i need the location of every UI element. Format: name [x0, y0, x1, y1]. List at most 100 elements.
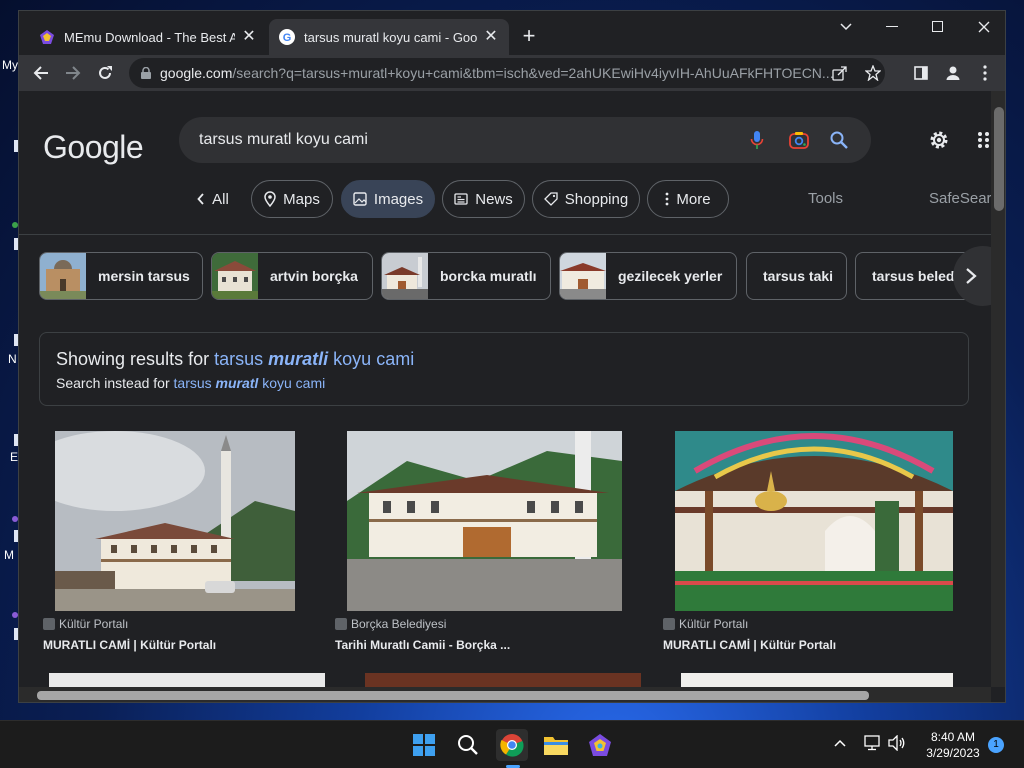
google-logo[interactable]: Google [43, 129, 144, 166]
related-chip-label: borcka muratlı [440, 268, 537, 284]
back-button[interactable] [27, 59, 55, 87]
search-box[interactable]: tarsus muratl koyu cami [179, 117, 871, 163]
chevron-right-icon [966, 268, 977, 284]
result-source[interactable]: Kültür Portalı [43, 617, 128, 631]
tab-more[interactable]: More [647, 180, 729, 218]
result-image[interactable] [55, 431, 295, 611]
maximize-button[interactable] [915, 11, 961, 43]
chrome-menu-button[interactable] [971, 59, 999, 87]
google-lens-icon[interactable] [789, 130, 809, 150]
network-icon[interactable] [864, 735, 882, 754]
settings-gear-icon[interactable] [927, 128, 951, 152]
tray-overflow-chevron-icon[interactable] [834, 734, 846, 750]
microphone-icon[interactable] [747, 130, 767, 150]
desktop-icon-label[interactable]: M [4, 548, 14, 562]
chevron-left-icon [197, 193, 205, 205]
related-chip[interactable]: mersin tarsus [39, 252, 203, 300]
corrected-query-part: koyu cami [333, 349, 415, 369]
desktop-icon-label[interactable]: My [2, 58, 18, 72]
map-pin-icon [264, 191, 276, 207]
tab-shopping-label: Shopping [564, 190, 629, 208]
windows-start-icon[interactable] [408, 729, 440, 761]
image-result-partial[interactable] [681, 673, 953, 687]
tab-shopping[interactable]: Shopping [532, 180, 640, 218]
result-title[interactable]: MURATLI CAMİ | Kültür Portalı [43, 638, 216, 652]
memu-taskbar-icon[interactable] [584, 729, 616, 761]
address-bar[interactable]: google.com /search?q=tarsus+muratl+koyu+… [129, 58, 885, 88]
chrome-taskbar-icon[interactable] [496, 729, 528, 761]
volume-icon[interactable] [888, 734, 906, 754]
tab-search-button[interactable] [823, 11, 869, 43]
svg-text:G: G [283, 32, 292, 44]
tab-google-search[interactable]: G tarsus muratl koyu cami - Google ✕ [269, 19, 509, 55]
image-result-partial[interactable] [49, 673, 325, 687]
close-window-button[interactable] [961, 11, 1005, 43]
spelling-correction-box: Showing results for tarsus muratli koyu … [39, 332, 969, 406]
tag-icon [543, 192, 558, 206]
result-title[interactable]: MURATLI CAMİ | Kültür Portalı [663, 638, 836, 652]
taskbar-search-icon[interactable] [452, 729, 484, 761]
result-title[interactable]: Tarihi Muratlı Camii - Borçka ... [335, 638, 510, 652]
new-tab-button[interactable]: + [517, 25, 541, 49]
related-chip[interactable]: artvin borçka [211, 252, 373, 300]
image-result-partial[interactable] [365, 673, 641, 687]
safesearch-button[interactable]: SafeSearch [929, 190, 991, 207]
tab-memu[interactable]: MEmu Download - The Best Andr ✕ [29, 19, 267, 55]
result-image[interactable] [347, 431, 622, 611]
source-favicon-icon [43, 618, 55, 630]
desktop-icon-label[interactable]: E [10, 450, 18, 464]
result-source[interactable]: Kültür Portalı [663, 617, 748, 631]
corrected-query-emphasis: muratli [268, 349, 329, 369]
lock-icon[interactable] [141, 67, 151, 79]
more-vert-icon [665, 192, 669, 206]
showing-results-line: Showing results for tarsus muratli koyu … [56, 349, 414, 370]
related-chip[interactable]: tarsus taki [746, 252, 847, 300]
search-input[interactable]: tarsus muratl koyu cami [199, 131, 368, 149]
forward-button[interactable] [59, 59, 87, 87]
tab-news-label: News [475, 190, 513, 208]
taskbar: 8:40 AM 3/29/2023 1 [0, 720, 1024, 768]
google-apps-icon[interactable] [977, 131, 991, 149]
original-query-part: koyu cami [262, 375, 326, 391]
url-host: google.com [160, 65, 233, 81]
bookmark-star-icon[interactable] [864, 64, 882, 82]
clock-time: 8:40 AM [930, 730, 976, 744]
result-source[interactable]: Borçka Belediyesi [335, 617, 446, 631]
tab-all[interactable]: All [187, 180, 239, 218]
share-icon[interactable] [831, 64, 849, 82]
reload-button[interactable] [91, 59, 119, 87]
result-source-label: Kültür Portalı [679, 617, 749, 631]
related-chip-label: artvin borçka [270, 268, 358, 284]
minimize-button[interactable] [869, 11, 915, 43]
related-chip-label: tarsus taki [763, 268, 834, 284]
result-image[interactable] [675, 431, 953, 611]
corrected-query-link[interactable]: tarsus muratli koyu cami [214, 349, 414, 369]
horizontal-scrollbar[interactable] [19, 687, 991, 702]
result-source-label: Borçka Belediyesi [351, 617, 447, 631]
desktop-icon-label[interactable]: N [8, 352, 17, 366]
original-query-link[interactable]: tarsus muratl koyu cami [174, 375, 326, 391]
vertical-scroll-thumb[interactable] [994, 107, 1004, 211]
result-source-label: Kültür Portalı [59, 617, 129, 631]
tab-images[interactable]: Images [341, 180, 435, 218]
tab-close-button[interactable]: ✕ [241, 29, 257, 45]
tab-maps[interactable]: Maps [251, 180, 333, 218]
tab-close-button[interactable]: ✕ [483, 29, 499, 45]
related-chip[interactable]: borcka muratlı [381, 252, 551, 300]
tools-button[interactable]: Tools [808, 190, 843, 207]
profile-button[interactable] [939, 59, 967, 87]
related-chip[interactable]: gezilecek yerler [559, 252, 737, 300]
system-clock[interactable]: 8:40 AM 3/29/2023 [918, 729, 988, 761]
vertical-scrollbar[interactable] [991, 91, 1005, 687]
chevron-down-icon [840, 23, 852, 31]
horizontal-scroll-thumb[interactable] [37, 691, 869, 700]
file-explorer-icon[interactable] [540, 729, 572, 761]
side-panel-button[interactable] [907, 59, 935, 87]
side-panel-icon [914, 66, 928, 80]
tab-news[interactable]: News [442, 180, 525, 218]
search-icon[interactable] [829, 130, 849, 150]
memu-favicon-icon [39, 29, 55, 45]
notification-badge[interactable]: 1 [988, 737, 1004, 753]
related-chip-label: gezilecek yerler [618, 268, 723, 284]
tab-title: tarsus muratl koyu cami - Google [304, 29, 477, 45]
